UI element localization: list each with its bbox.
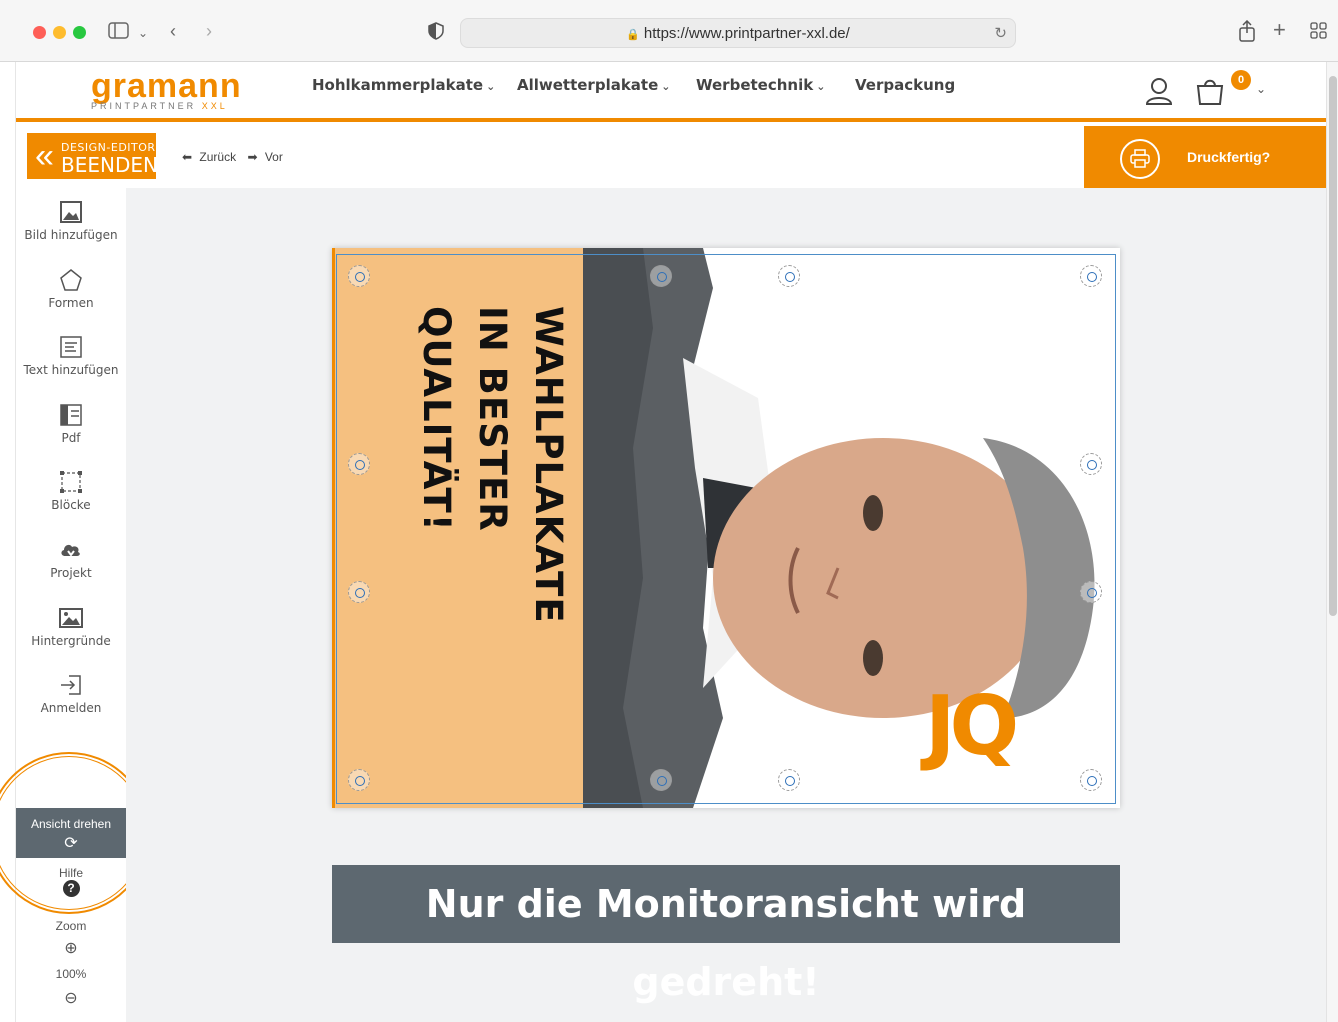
cart-icon[interactable] [1195,76,1225,106]
user-icon[interactable] [1144,76,1174,106]
print-ready-button[interactable]: Druckfertig? [1084,126,1326,188]
chevron-down-icon: ⌄ [486,80,496,93]
tool-label: Pdf [61,431,81,445]
logo-sub-text: PRINTPARTNER [91,101,197,111]
nav-werbetechnik[interactable]: Werbetechnik ⌄ [696,76,825,94]
nav-label: Hohlkammerplakate [312,76,484,94]
resize-handle[interactable] [348,581,370,603]
tool-label: Projekt [50,566,92,580]
undo-redo-group: ⬅ Zurück ➡ Vor [182,150,291,164]
logo-main: gramann [91,67,242,105]
undo-label: Zurück [199,150,237,164]
double-chevron-left-icon: « [35,137,54,175]
tool-label: Blöcke [51,498,91,512]
maximize-window-button[interactable] [73,26,86,39]
nav-label: Allwetterplakate [517,76,659,94]
shield-icon[interactable] [428,22,444,44]
url-text: https://www.printpartner-xxl.de/ [643,25,850,42]
lock-icon: 🔒 [626,29,640,41]
tool-project[interactable]: Projekt [16,538,126,580]
printer-icon [1120,139,1160,179]
redo-label: Vor [264,150,283,164]
chevron-down-icon[interactable]: ⌄ [1256,82,1266,96]
tool-label: Hintergründe [31,634,111,648]
background-image-icon [59,608,83,628]
redo-arrow-icon: ➡ [247,150,258,164]
reload-icon[interactable]: ↻ [994,24,1007,42]
cart-count-badge: 0 [1231,70,1251,90]
resize-handle[interactable] [1080,581,1102,603]
editor-toolbar: « DESIGN-EDITOR BEENDEN ⬅ Zurück ➡ Vor D… [16,126,1326,188]
zoom-label: Zoom [55,919,87,933]
tool-label: Bild hinzufügen [24,228,118,242]
text-add-icon [60,336,82,358]
back-icon[interactable]: ‹ [170,21,176,41]
login-icon [61,675,81,695]
zoom-out-icon: ⊖ [64,990,78,1007]
nav-label: Verpackung [855,76,956,94]
resize-handle[interactable] [650,265,672,287]
redo-button[interactable]: ➡ Vor [247,150,286,164]
chevron-down-icon: ⌄ [661,80,671,93]
tool-label: Anmelden [40,701,102,715]
safe-area-guide [336,254,1116,804]
scrollbar-thumb[interactable] [1329,76,1337,616]
tool-add-image[interactable]: Bild hinzufügen [16,200,126,242]
resize-handle[interactable] [650,769,672,791]
end-design-editor-button[interactable]: « DESIGN-EDITOR BEENDEN [27,133,158,179]
chevron-down-icon[interactable]: ⌄ [138,23,148,43]
resize-handle[interactable] [778,265,800,287]
resize-handle[interactable] [1080,769,1102,791]
tool-login[interactable]: Anmelden [16,673,126,715]
nav-verpackung[interactable]: Verpackung [855,76,955,94]
zoom-in-button[interactable]: ⊕ [16,938,126,958]
undo-arrow-icon: ⬅ [182,150,193,164]
blocks-icon [60,471,82,493]
logo-subtitle: PRINTPARTNER XXL [91,101,242,111]
resize-handle[interactable] [1080,453,1102,475]
logo[interactable]: gramann PRINTPARTNER XXL [91,69,242,111]
resize-handle[interactable] [348,453,370,475]
browser-chrome: ⌄ ‹ › 🔒 https://www.printpartner-xxl.de/ … [0,0,1338,62]
new-tab-icon[interactable]: + [1273,19,1286,41]
logo-xxl: XXL [201,101,228,111]
share-icon[interactable] [1238,19,1256,46]
cloud-download-icon [61,544,80,557]
address-bar[interactable]: 🔒 https://www.printpartner-xxl.de/ ↻ [460,18,1016,48]
tool-backgrounds[interactable]: Hintergründe [16,606,126,648]
nav-allwetterplakate[interactable]: Allwetterplakate ⌄ [517,76,671,94]
tool-blocks[interactable]: Blöcke [16,470,126,512]
tool-pdf[interactable]: Pdf [16,403,126,445]
pentagon-icon [60,269,82,291]
tool-label: Formen [48,296,94,310]
undo-button[interactable]: ⬅ Zurück [182,150,240,164]
site-header: gramann PRINTPARTNER XXL Hohlkammerplaka… [16,62,1326,122]
design-canvas[interactable]: WAHLPLAKATE IN BESTER QUALITÄT! JQ [332,248,1120,808]
zoom-value: 100% [55,967,87,981]
zoom-in-icon: ⊕ [64,940,78,957]
sidebar-toggle-icon[interactable] [108,22,130,44]
nav-label: Werbetechnik [696,76,814,94]
resize-handle[interactable] [778,769,800,791]
pdf-icon [60,404,82,426]
forward-icon[interactable]: › [206,21,212,41]
tool-add-text[interactable]: Text hinzufügen [16,335,126,377]
resize-handle[interactable] [348,769,370,791]
minimize-window-button[interactable] [53,26,66,39]
end-button-bottom: BEENDEN [61,153,158,177]
tool-label: Text hinzufügen [23,363,119,377]
zoom-out-button[interactable]: ⊖ [16,988,126,1008]
print-ready-label: Druckfertig? [1187,149,1271,165]
resize-handle[interactable] [1080,265,1102,287]
page-scrollbar[interactable] [1326,62,1338,1022]
nav-hohlkammerplakate[interactable]: Hohlkammerplakate ⌄ [312,76,495,94]
rotate-info-banner: Nur die Monitoransicht wird gedreht! [332,865,1120,1004]
image-add-icon [60,201,82,223]
close-window-button[interactable] [33,26,46,39]
tool-shapes[interactable]: Formen [16,268,126,310]
tab-overview-icon[interactable] [1310,22,1328,44]
resize-handle[interactable] [348,265,370,287]
chevron-down-icon: ⌄ [816,80,826,93]
